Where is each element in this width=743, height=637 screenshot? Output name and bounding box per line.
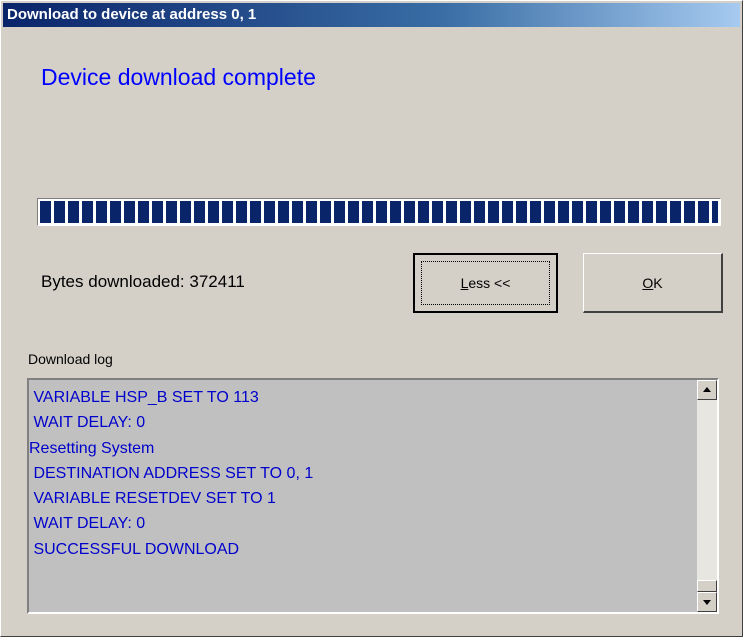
log-line: SUCCESSFUL DOWNLOAD [29, 540, 240, 558]
log-line: VARIABLE RESETDEV SET TO 1 [29, 490, 276, 508]
log-line: VARIABLE HSP_B SET TO 113 [29, 389, 259, 406]
log-line: DESTINATION ADDRESS SET TO 0, 1 [29, 464, 314, 482]
download-log-lines: VARIABLE HSP_B SET TO 113 WAIT DELAY: 0 … [29, 385, 693, 562]
window-title: Download to device at address 0, 1 [7, 6, 257, 23]
download-log-box[interactable]: VARIABLE HSP_B SET TO 113 WAIT DELAY: 0 … [27, 378, 719, 614]
focus-rectangle: Less << [421, 261, 550, 305]
less-button-mnemonic: L [460, 275, 469, 291]
scroll-up-icon [703, 387, 711, 392]
scroll-up-button[interactable] [697, 380, 717, 400]
scroll-down-button[interactable] [697, 592, 717, 612]
ok-button-label: K [653, 274, 663, 291]
less-button[interactable]: Less << [413, 253, 558, 313]
scroll-down-icon [703, 600, 711, 605]
bytes-downloaded-label: Bytes downloaded: 372411 [41, 272, 245, 291]
scroll-thumb[interactable] [697, 580, 717, 592]
progress-bar [37, 198, 721, 226]
title-bar[interactable]: Download to device at address 0, 1 [3, 3, 740, 27]
ok-button-mnemonic: O [642, 274, 654, 291]
download-log-label: Download log [28, 351, 113, 367]
progress-fill [40, 201, 718, 223]
download-dialog: Download to device at address 0, 1 Devic… [0, 0, 743, 637]
log-scrollbar[interactable] [697, 380, 717, 612]
log-line: Resetting System [29, 439, 155, 457]
status-headline: Device download complete [41, 64, 316, 90]
log-line: WAIT DELAY: 0 [29, 515, 146, 533]
less-button-label: ess << [468, 275, 511, 291]
log-line: WAIT DELAY: 0 [29, 414, 146, 432]
ok-button[interactable]: OK [583, 253, 723, 313]
